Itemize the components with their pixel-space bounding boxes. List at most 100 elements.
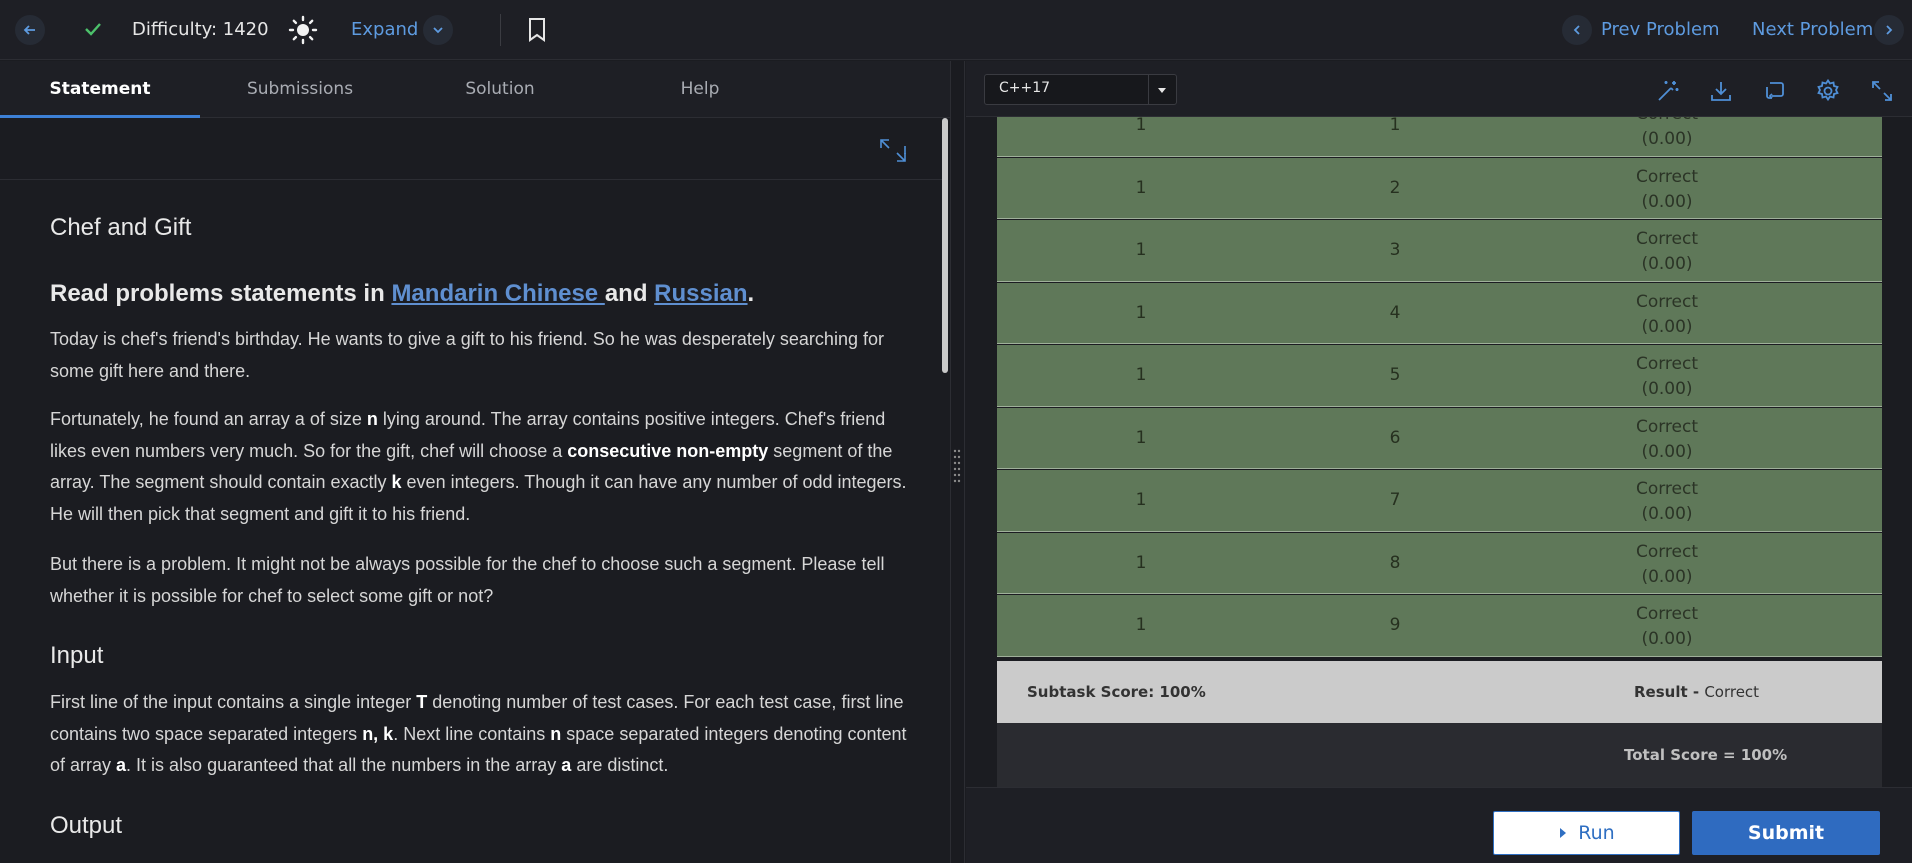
dropdown-caret-icon[interactable] <box>1155 82 1169 101</box>
task-cell: 6 <box>1389 427 1401 448</box>
table-row: 1 6 Correct (0.00) <box>997 407 1882 469</box>
read-prefix: Read problems statements in <box>50 280 392 307</box>
run-button[interactable]: Run <box>1493 811 1680 855</box>
subtask-cell: 1 <box>1135 552 1147 573</box>
expand-button[interactable]: Expand <box>351 19 418 40</box>
result-cell: Correct (0.00) <box>1567 227 1767 277</box>
text: . It is also guaranteed that all the num… <box>126 755 562 775</box>
subtask-cell: 1 <box>1135 365 1147 385</box>
arrow-left-icon <box>23 25 35 35</box>
text-bold: k <box>391 472 402 492</box>
result-text: Correct <box>1635 354 1699 374</box>
play-icon <box>1560 828 1567 838</box>
time-text: (0.00) <box>1641 316 1693 337</box>
time-text: (0.00) <box>1641 254 1693 274</box>
text: are distinct. <box>571 755 669 775</box>
select-divider <box>1148 75 1149 104</box>
result-cell: Correct (0.00) <box>1567 602 1767 652</box>
prev-problem-button[interactable]: Prev Problem <box>1601 19 1720 40</box>
result-cell: Correct (0.00) <box>1567 117 1767 152</box>
task-cell: 7 <box>1389 490 1401 510</box>
and-word: and <box>604 280 648 307</box>
magic-wand-icon[interactable] <box>1654 77 1682 105</box>
subtask-summary: Subtask Score: 100% Result - Correct <box>997 661 1882 723</box>
result-text: Correct <box>1635 291 1699 312</box>
text-bold: a <box>116 755 127 775</box>
result-value: Correct <box>1704 683 1760 701</box>
result-text: Correct <box>1635 541 1699 562</box>
table-row: 1 7 Correct (0.00) <box>997 470 1882 532</box>
next-problem-button[interactable]: Next Problem <box>1752 19 1873 40</box>
task-cell: 5 <box>1389 365 1401 385</box>
link-mandarin-chinese[interactable]: Mandarin Chinese <box>391 280 604 307</box>
result-text: Correct <box>1635 479 1699 499</box>
result-text: Correct <box>1635 229 1699 249</box>
chevron-left-icon[interactable] <box>1562 15 1592 45</box>
text: First line of the input contains a singl… <box>50 692 417 712</box>
time-text: (0.00) <box>1641 504 1693 524</box>
table-row: 1 1 Correct (0.00) <box>997 117 1882 157</box>
subtask-cell: 1 <box>1135 490 1147 510</box>
problem-statement: Chef and Gift Read problems statements i… <box>50 180 910 863</box>
time-text: (0.00) <box>1641 566 1693 587</box>
statement-toolbar <box>0 119 946 180</box>
text-bold: n, k <box>362 723 394 744</box>
task-cell: 2 <box>1389 177 1401 198</box>
subtask-result: Result - Correct <box>1634 661 1759 723</box>
problem-title: Chef and Gift <box>50 214 192 241</box>
download-icon[interactable] <box>1707 77 1735 105</box>
text-bold: a <box>561 755 572 775</box>
total-score: Total Score = 100% <box>1624 746 1788 764</box>
read-statements-heading: Read problems statements in Mandarin Chi… <box>50 280 754 308</box>
back-button[interactable] <box>15 15 45 45</box>
result-cell: Correct (0.00) <box>1567 477 1767 527</box>
result-text: Correct <box>1567 117 1767 127</box>
tab-help[interactable]: Help <box>600 61 800 118</box>
time-text: (0.00) <box>1641 441 1693 462</box>
paragraph-intro: Today is chef's friend's birthday. He wa… <box>50 329 884 381</box>
result-cell: Correct (0.00) <box>1567 290 1767 340</box>
subtask-cell: 1 <box>1135 240 1147 260</box>
task-cell: 8 <box>1389 552 1401 573</box>
text-bold: n <box>366 409 378 429</box>
settings-gear-icon[interactable] <box>1814 77 1842 105</box>
tab-solution[interactable]: Solution <box>400 61 600 118</box>
top-bar: Difficulty: 1420 Expand Prev Problem Nex… <box>0 0 1912 60</box>
time-text: (0.00) <box>1641 129 1693 149</box>
link-russian[interactable]: Russian <box>654 280 747 307</box>
submit-button[interactable]: Submit <box>1692 811 1880 855</box>
result-label: Result - <box>1634 683 1705 701</box>
bookmark-icon[interactable] <box>526 17 548 47</box>
period: . <box>747 280 755 307</box>
time-text: (0.00) <box>1641 379 1693 399</box>
fullscreen-icon[interactable] <box>878 136 912 170</box>
tab-submissions[interactable]: Submissions <box>200 61 400 118</box>
table-row: 1 9 Correct (0.00) <box>997 595 1882 657</box>
chevron-down-icon[interactable] <box>423 15 453 45</box>
divider <box>500 14 501 46</box>
table-row: 1 8 Correct (0.00) <box>997 532 1882 594</box>
paragraph-problem: But there is a problem. It might not be … <box>50 554 885 606</box>
chevron-right-icon[interactable] <box>1874 15 1904 45</box>
text: . Next line contains <box>393 723 551 744</box>
problem-tabs: Statement Submissions Solution Help <box>0 61 950 118</box>
resize-grip-icon[interactable] <box>953 448 961 488</box>
task-cell: 4 <box>1389 302 1401 323</box>
text: Fortunately, he found an array a of size <box>50 409 367 429</box>
text-bold: n <box>550 723 562 744</box>
table-row: 1 4 Correct (0.00) <box>997 282 1882 344</box>
task-cell: 1 <box>1389 117 1401 135</box>
time-text: (0.00) <box>1641 191 1693 212</box>
text-bold: consecutive non-empty <box>567 440 769 461</box>
statement-scrollbar[interactable] <box>942 118 948 373</box>
theme-toggle-sun-icon[interactable] <box>288 15 318 49</box>
task-cell: 3 <box>1389 240 1401 260</box>
result-cell: Correct (0.00) <box>1567 165 1767 215</box>
table-row: 1 2 Correct (0.00) <box>997 157 1882 219</box>
subtask-score: Subtask Score: 100% <box>1027 683 1206 701</box>
tab-statement[interactable]: Statement <box>0 61 200 118</box>
subtask-cell: 1 <box>1135 117 1147 135</box>
fullscreen-editor-icon[interactable] <box>1868 77 1896 105</box>
subtask-cell: 1 <box>1135 615 1147 635</box>
toggle-layout-icon[interactable] <box>1761 77 1789 105</box>
